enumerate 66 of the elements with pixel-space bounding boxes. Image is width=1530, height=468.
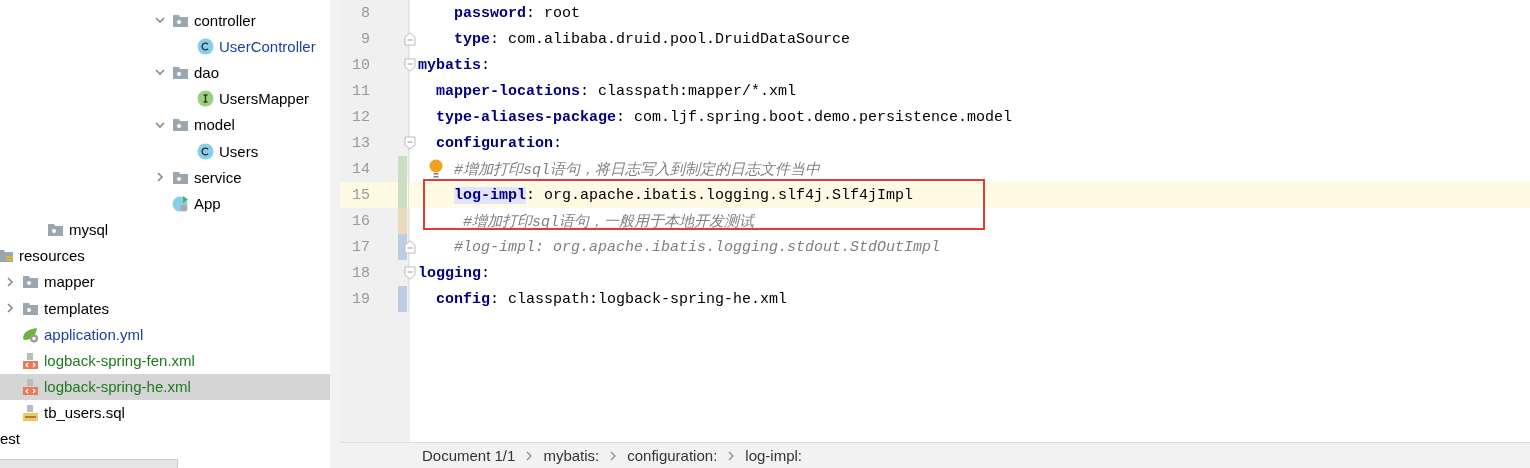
code-line: logging: (418, 264, 491, 282)
tree-item-label[interactable]: UserController (219, 37, 316, 55)
line-number: 18 (351, 264, 370, 282)
tree-item-label[interactable]: Users (219, 142, 259, 160)
breadcrumb-item[interactable]: Document 1/1 (422, 447, 516, 464)
line-number: 11 (351, 82, 370, 100)
line-number: 9 (360, 30, 370, 48)
tree-item-label[interactable]: App (194, 194, 221, 212)
chevron-right-icon (609, 450, 618, 461)
class-icon (197, 37, 214, 55)
chevron-right-icon[interactable] (154, 171, 166, 184)
folder-icon (47, 221, 64, 239)
code-line: type: com.alibaba.druid.pool.DruidDataSource (454, 30, 851, 48)
tree-item-label[interactable]: est (0, 426, 330, 452)
line-number: 17 (351, 238, 370, 256)
tree-item-label[interactable]: UsersMapper (219, 90, 310, 108)
chevron-right-icon[interactable] (4, 275, 16, 288)
code-comment: #log-impl: org.apache.ibatis.logging.stdout.StdOutImpl (454, 238, 941, 256)
sql-file-icon (22, 404, 39, 422)
code-line: mapper-locations: classpath:mapper/*.xml (436, 82, 797, 100)
tree-item-label[interactable]: tb_users.sql (44, 404, 125, 422)
chevron-right-icon (525, 450, 534, 461)
tree-item-label[interactable]: mysql (69, 221, 109, 239)
line-number: 10 (351, 56, 370, 74)
code-comment: #增加打印sql语句，一般用于本地开发测试 (462, 212, 754, 231)
interface-icon (197, 90, 214, 108)
code-line: config: classpath:logback-spring-he.xml (436, 290, 788, 308)
line-number: 13 (351, 134, 370, 152)
selected-tree-row[interactable]: logback-spring-he.xml (0, 373, 330, 400)
tree-item-label[interactable]: dao (194, 63, 220, 81)
folder-icon (172, 116, 189, 134)
class-icon (197, 142, 214, 160)
line-number: 8 (360, 4, 370, 22)
breadcrumb-item[interactable]: mybatis: (543, 447, 600, 464)
tree-item-label[interactable]: templates (44, 299, 110, 317)
tree-item-label[interactable]: resources (19, 247, 85, 265)
tree-item-label[interactable]: controller (194, 11, 256, 29)
spring-config-icon (22, 325, 39, 343)
line-number: 12 (351, 108, 370, 126)
xml-file-icon (22, 352, 39, 370)
code-line: mybatis: (418, 56, 491, 74)
breadcrumb-item[interactable]: log-impl: (745, 447, 802, 464)
code-line: type-aliases-package: com.ljf.spring.boot.demo.persistence.model (436, 108, 1013, 126)
chevron-right-icon[interactable] (4, 302, 16, 315)
fold-icon[interactable] (404, 240, 416, 254)
tree-item-label[interactable]: application.yml (44, 325, 144, 343)
line-number: 14 (351, 160, 370, 178)
tree-item-label[interactable]: logback-spring-fen.xml (44, 352, 195, 370)
lightbulb-icon[interactable] (428, 158, 444, 180)
line-number: 16 (351, 212, 370, 230)
code-comment: #增加打印sql语句，将日志写入到制定的日志文件当中 (454, 160, 820, 179)
xml-file-icon (22, 378, 39, 396)
code-line: log-impl: org.apache.ibatis.logging.slf4j.Slf4jImpl (454, 186, 914, 204)
folder-icon (22, 273, 39, 291)
chevron-right-icon (727, 450, 736, 461)
folder-icon (0, 247, 14, 265)
tree-item-label[interactable]: mapper (44, 273, 95, 291)
tree-item-label[interactable]: service (194, 168, 242, 186)
line-number: 15 (351, 186, 370, 204)
code-line: configuration: (436, 134, 563, 152)
line-number: 19 (351, 290, 370, 308)
code-line: password: root (454, 4, 581, 22)
tree-item-label[interactable]: model (194, 116, 235, 134)
breadcrumb-item[interactable]: configuration: (627, 447, 718, 464)
runnable-class-icon (172, 194, 189, 212)
tree-item-label[interactable]: logback-spring-he.xml (44, 378, 191, 396)
